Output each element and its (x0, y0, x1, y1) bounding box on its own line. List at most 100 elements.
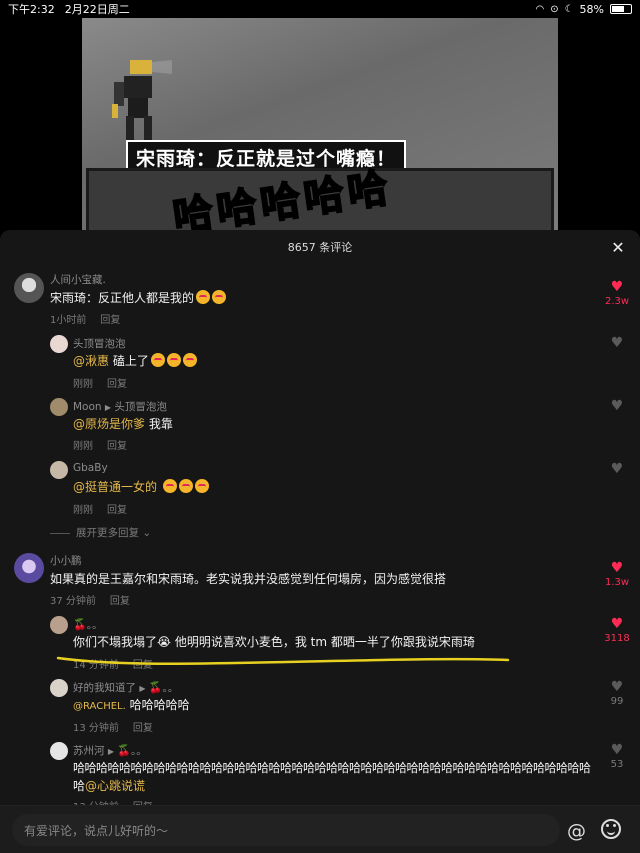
comment-count-title: 8657 条评论 (287, 241, 353, 254)
cherry-icon: 🍒 (148, 681, 163, 694)
mention-link[interactable]: @原炀是你爹 (73, 417, 145, 431)
like-button[interactable]: ♥ (604, 399, 630, 413)
like-button[interactable]: ♥ 2.3w (604, 280, 630, 307)
comment-text: 宋雨琦：反正他人都是我的 (50, 289, 227, 306)
star-struck-emoji (150, 353, 165, 367)
reply-to-name[interactable]: 。。 (163, 682, 179, 694)
reply-button[interactable]: 回复 (107, 505, 127, 516)
comment-text: @原炀是你爹 我靠 (73, 417, 173, 431)
expand-divider (50, 532, 70, 534)
comment-text-line2: 哈@心跳说谎 (73, 779, 146, 793)
lock-rotation-icon: ⊙ (550, 3, 559, 15)
avatar[interactable] (50, 616, 68, 634)
comment-author: 🍒。。 (73, 617, 102, 632)
comment-text: @RACHEL. 哈哈哈哈哈 (73, 698, 190, 712)
expand-replies-button[interactable]: 展开更多回复 ⌄ (50, 525, 151, 540)
battery-icon (610, 4, 632, 14)
heart-icon: ♥ (610, 679, 624, 695)
comment-meta: 刚刚 回复 (73, 505, 127, 516)
comment-text: 如果真的是王嘉尔和宋雨琦。老实说我并没感觉到任何塌房，因为感觉很搭 (50, 572, 447, 586)
reply-to-name[interactable]: 头顶冒泡泡 (114, 401, 167, 413)
video-frame: 宋雨琦：反正就是过个嘴瘾！ 哈哈哈哈哈 (82, 18, 558, 230)
comment-input-bar: 有爱评论，说点儿好听的～ @ (0, 805, 640, 853)
avatar[interactable] (14, 273, 44, 303)
avatar[interactable] (50, 679, 68, 697)
star-struck-emoji (196, 290, 211, 304)
avatar[interactable] (50, 742, 68, 760)
reply-arrow-icon: ▶ (104, 403, 112, 412)
reply-button[interactable]: 回复 (100, 315, 120, 326)
star-struck-emoji (212, 290, 227, 304)
mention-link[interactable]: @湫惠 (73, 354, 109, 368)
chevron-down-icon: ⌄ (139, 527, 152, 539)
comment-text: @湫惠 磕上了 (73, 352, 197, 369)
comment-meta: 37 分钟前 回复 (50, 596, 130, 607)
video-player[interactable]: 宋雨琦：反正就是过个嘴瘾！ 哈哈哈哈哈 (0, 18, 640, 230)
reply-arrow-icon: ▶ (139, 684, 146, 693)
heart-icon: ♥ (610, 335, 624, 351)
avatar[interactable] (50, 461, 68, 479)
status-time: 下午2:32 (8, 3, 55, 16)
comment-author: Moon ▶ 头顶冒泡泡 (73, 399, 167, 414)
battery-percent: 58% (579, 2, 604, 16)
author-name[interactable]: Moon (73, 401, 102, 413)
heart-icon: ♥ (610, 742, 624, 758)
heart-icon: ♥ (610, 398, 624, 414)
star-struck-emoji (162, 479, 177, 493)
like-button[interactable]: ♥ 3118 (604, 617, 630, 644)
like-count: 1.3w (604, 577, 630, 588)
heart-icon: ♥ (610, 560, 624, 576)
mention-at-icon[interactable]: @ (567, 820, 586, 842)
comment-author[interactable]: GbaBy (73, 462, 108, 474)
author-name[interactable]: 。。 (87, 619, 103, 631)
like-button[interactable]: ♥ (604, 462, 630, 476)
author-name[interactable]: 苏州河 (73, 745, 105, 757)
like-button[interactable]: ♥ (604, 336, 630, 350)
close-icon[interactable]: ✕ (608, 237, 628, 257)
like-button[interactable]: ♥ 99 (604, 680, 630, 707)
mention-link[interactable]: @RACHEL. (73, 701, 126, 712)
comment-author: 好的我知道了 ▶ 🍒。。 (73, 680, 178, 695)
cherry-icon: 🍒 (73, 618, 87, 631)
like-count: 2.3w (604, 296, 630, 307)
avatar[interactable] (50, 398, 68, 416)
comment-text: 哈哈哈哈哈哈哈哈哈哈哈哈哈哈哈哈哈哈哈哈哈哈哈哈哈哈哈哈哈哈哈哈哈哈哈哈哈哈哈哈… (73, 761, 591, 775)
reply-to-name[interactable]: 。。 (131, 745, 147, 757)
camera-head-figure (112, 60, 172, 142)
avatar[interactable] (50, 335, 68, 353)
star-struck-emoji (166, 353, 181, 367)
wifi-icon: ◠ (535, 3, 545, 15)
moon-icon: ☾ (564, 3, 574, 15)
status-date: 2月22日周二 (64, 3, 130, 16)
mention-link[interactable]: @挺普通一女的 (73, 480, 157, 494)
status-bar: 下午2:32 2月22日周二 ◠ ⊙ ☾ 58% (0, 0, 640, 18)
heart-eyes-emoji (178, 479, 193, 493)
comment-author[interactable]: 人间小宝藏. (50, 272, 106, 287)
cherry-icon: 🍒 (117, 744, 132, 757)
comment-meta: 13 分钟前回复 (73, 723, 153, 734)
reply-button[interactable]: 回复 (110, 596, 130, 607)
comment-text: @挺普通一女的 (73, 478, 209, 495)
like-count: 3118 (604, 633, 630, 644)
comment-author[interactable]: 小小鹏 (50, 553, 82, 568)
comment-input[interactable]: 有爱评论，说点儿好听的～ (12, 814, 560, 846)
comment-meta: 刚刚 回复 (73, 441, 127, 452)
reply-button[interactable]: 回复 (107, 379, 127, 390)
like-count: 99 (610, 696, 624, 707)
comment-meta: 1小时前 回复 (50, 315, 121, 326)
heart-icon: ♥ (610, 461, 624, 477)
like-button[interactable]: ♥ 1.3w (604, 561, 630, 588)
avatar[interactable] (14, 553, 44, 583)
comment-meta: 刚刚 回复 (73, 379, 127, 390)
star-struck-emoji (194, 479, 209, 493)
comment-author[interactable]: 头顶冒泡泡 (73, 336, 126, 351)
reply-button[interactable]: 回复 (133, 723, 153, 734)
emoji-smile-icon[interactable] (601, 819, 621, 839)
comment-author: 苏州河 ▶ 🍒。。 (73, 743, 147, 758)
mention-link[interactable]: @心跳说谎 (85, 779, 145, 793)
like-count: 53 (610, 759, 624, 770)
like-button[interactable]: ♥ 53 (604, 743, 630, 770)
author-name[interactable]: 好的我知道了 (73, 682, 136, 694)
reply-button[interactable]: 回复 (107, 441, 127, 452)
sheet-header: 8657 条评论 ✕ (0, 230, 640, 264)
